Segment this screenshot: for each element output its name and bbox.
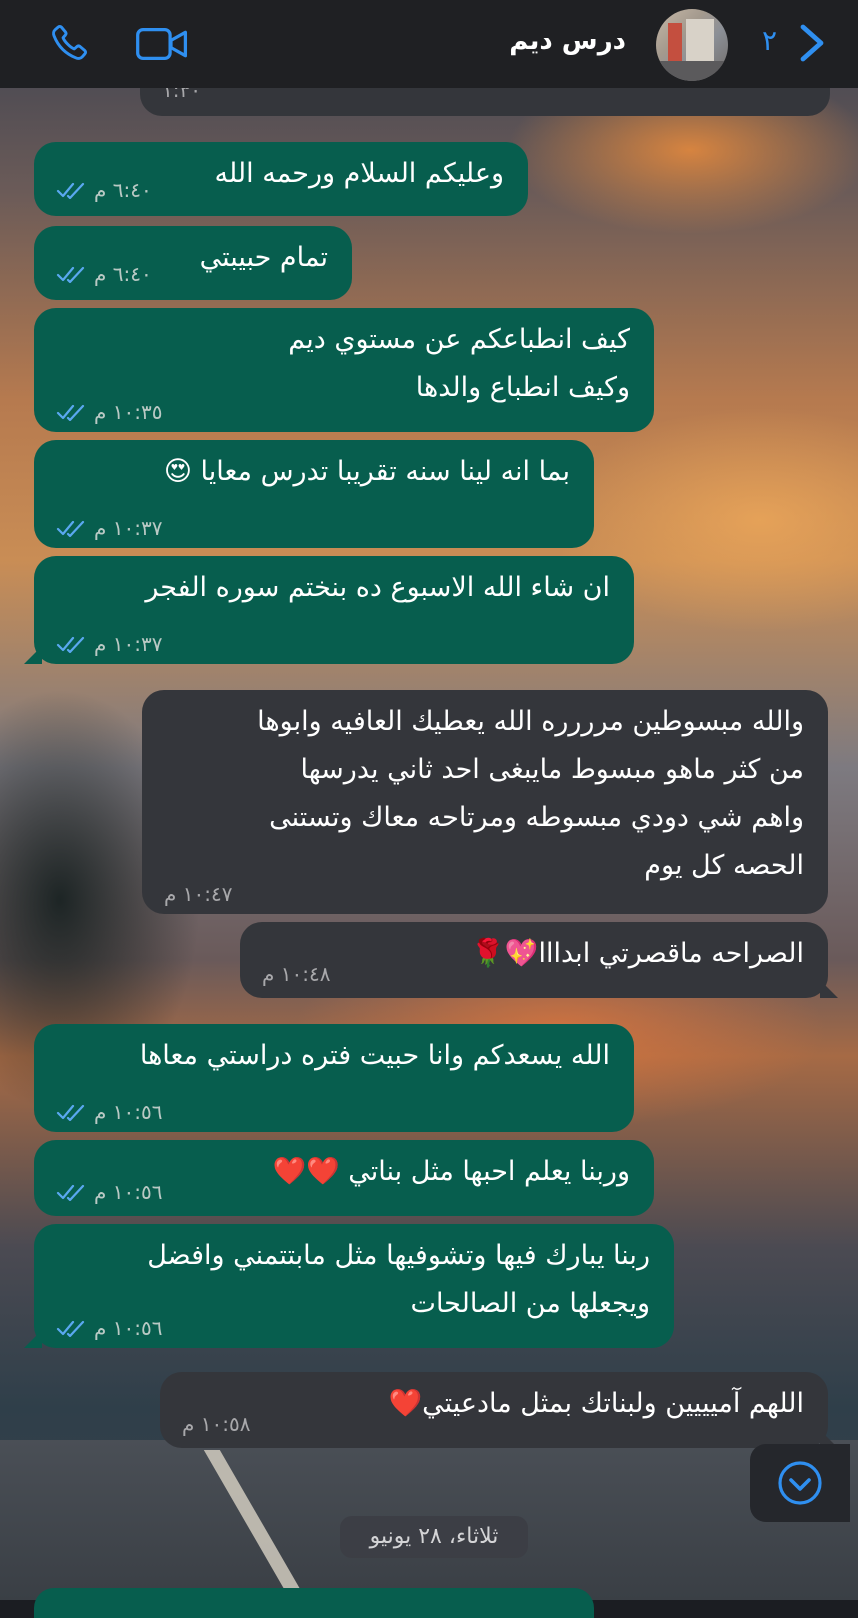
- message-bubble-received[interactable]: اللهم آميييين ولبناتك بمثل مادعيتي❤️ ١٠:…: [160, 1372, 838, 1448]
- message-meta: ١٠:٤٨ م: [262, 962, 330, 986]
- double-check-icon: [56, 266, 85, 283]
- phone-icon: [52, 24, 88, 60]
- double-check-icon: [56, 182, 85, 199]
- message-meta: ١٠:٣٧ م: [56, 516, 162, 540]
- double-check-icon: [56, 1104, 85, 1121]
- contact-avatar[interactable]: [656, 9, 728, 81]
- message-meta: ٦:٤٠ م: [56, 178, 152, 202]
- message-text: والله مبسوطين مرررره الله يعطيك العافيه …: [257, 706, 804, 881]
- video-camera-icon: [136, 27, 188, 61]
- date-separator: ثلاثاء، ٢٨ يونيو: [340, 1516, 528, 1558]
- double-check-icon: [56, 404, 85, 421]
- message-time: ١٠:٣٧ م: [94, 516, 163, 540]
- message-bubble-sent[interactable]: الله يسعدكم وانا حبيت فتره دراستي معاها …: [34, 1024, 634, 1132]
- message-time: ٦:٤٠ م: [94, 262, 152, 286]
- message-bubble-sent[interactable]: كيف انطباعكم عن مستوي ديم وكيف انطباع وا…: [34, 308, 654, 432]
- message-meta: ٦:٤٠ م: [56, 262, 152, 286]
- message-time: ١٠:٥٦ م: [94, 1316, 163, 1340]
- message-meta: ١٠:٥٨ م: [182, 1412, 250, 1436]
- message-bubble-received[interactable]: والله مبسوطين مرررره الله يعطيك العافيه …: [142, 690, 828, 914]
- message-time: ١٠:٤٧ م: [164, 882, 233, 906]
- message-meta: ١٠:٥٦ م: [56, 1180, 162, 1204]
- message-bubble-sent[interactable]: وربنا يعلم احبها مثل بناتي ❤️❤️ ١٠:٥٦ م: [34, 1140, 654, 1216]
- double-check-icon: [56, 1320, 85, 1337]
- back-button[interactable]: [794, 18, 830, 68]
- message-bubble-sent[interactable]: بما انه لينا سنه تقريبا تدرس معايا 😍 ١٠:…: [34, 440, 594, 548]
- message-text: ربنا يبارك فيها وتشوفيها مثل مابتتمني وا…: [147, 1240, 650, 1319]
- voice-call-button[interactable]: [40, 18, 96, 70]
- message-bubble-received[interactable]: الصراحه ماقصرتي ابدااا💖🌹 ١٠:٤٨ م: [240, 922, 838, 998]
- double-check-icon: [56, 636, 85, 653]
- unread-count[interactable]: ٢: [762, 24, 777, 57]
- chevron-down-circle-icon: [778, 1461, 822, 1505]
- chevron-right-icon: [800, 24, 824, 62]
- partial-message-bottom[interactable]: [34, 1588, 594, 1618]
- message-time: ١٠:٣٥ م: [94, 400, 163, 424]
- message-time: ١٠:٤٨ م: [262, 962, 331, 986]
- message-time: ١٠:٥٦ م: [94, 1100, 163, 1124]
- contact-name[interactable]: درس ديم: [509, 26, 626, 56]
- message-time: ١٠:٣٧ م: [94, 632, 163, 656]
- bubble-tail: [820, 980, 838, 998]
- double-check-icon: [56, 1184, 85, 1201]
- message-meta: ١٠:٣٥ م: [56, 400, 162, 424]
- message-text: الله يسعدكم وانا حبيت فتره دراستي معاها: [139, 1040, 610, 1071]
- message-text: ان شاء الله الاسبوع ده بنختم سوره الفجر: [145, 572, 610, 603]
- message-text: اللهم آميييين ولبناتك بمثل مادعيتي❤️: [388, 1388, 804, 1419]
- message-meta: ١٠:٥٦ م: [56, 1100, 162, 1124]
- bubble-tail: [24, 646, 42, 664]
- message-bubble-sent[interactable]: ان شاء الله الاسبوع ده بنختم سوره الفجر …: [24, 556, 634, 664]
- message-text: كيف انطباعكم عن مستوي ديم وكيف انطباع وا…: [288, 324, 630, 403]
- message-bubble-sent[interactable]: ربنا يبارك فيها وتشوفيها مثل مابتتمني وا…: [24, 1224, 674, 1348]
- message-time: ٦:٤٠ م: [94, 178, 152, 202]
- chat-header: درس ديم ٢: [0, 0, 858, 88]
- double-check-icon: [56, 520, 85, 537]
- message-text: الصراحه ماقصرتي ابدااا💖🌹: [471, 938, 804, 969]
- message-time: ١٠:٥٦ م: [94, 1180, 163, 1204]
- scroll-to-bottom-button[interactable]: [750, 1444, 850, 1522]
- message-meta: ١٠:٥٦ م: [56, 1316, 162, 1340]
- message-bubble-sent[interactable]: تمام حبيبتي ٦:٤٠ م: [34, 226, 352, 300]
- message-meta: ١٠:٣٧ م: [56, 632, 162, 656]
- message-time: ١٠:٥٨ م: [182, 1412, 251, 1436]
- video-call-button[interactable]: [134, 18, 190, 70]
- bubble-tail: [24, 1330, 42, 1348]
- message-bubble-sent[interactable]: وعليكم السلام ورحمه الله ٦:٤٠ م: [34, 142, 528, 216]
- message-text: بما انه لينا سنه تقريبا تدرس معايا 😍: [163, 456, 570, 487]
- message-meta: ١٠:٤٧ م: [164, 882, 232, 906]
